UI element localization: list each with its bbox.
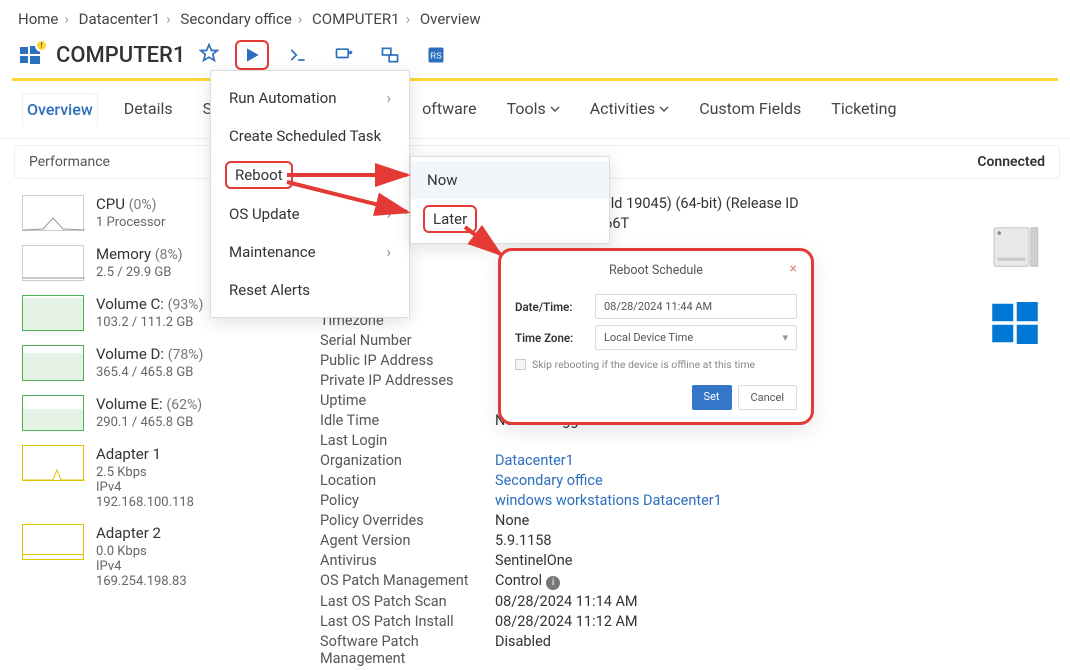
timezone-label: Time Zone: [515,331,595,345]
remote-screen-icon[interactable] [327,40,361,70]
modal-title: Reboot Schedule × [515,261,797,288]
chevron-down-icon [659,99,669,118]
play-icon[interactable] [235,40,269,70]
link-org[interactable]: Datacenter1 [495,452,574,469]
submenu-later[interactable]: Later [411,199,609,239]
tab-activities[interactable]: Activities [586,93,673,126]
toolbar: RS [235,40,453,70]
reboot-submenu: Now Later [410,156,610,244]
submenu-now[interactable]: Now [411,161,609,199]
favorite-icon[interactable] [199,43,219,67]
perf-adapter-1[interactable]: Adapter 12.5 KbpsIPv4192.168.100.118 [0,439,300,518]
breadcrumb-dc[interactable]: Datacenter1 [79,10,161,28]
datetime-input[interactable]: 08/28/2024 11:44 AM [595,294,797,319]
breadcrumb: Home› Datacenter1› Secondary office› COM… [0,0,1070,34]
tab-overview[interactable]: Overview [22,93,98,126]
datetime-label: Date/Time: [515,300,595,314]
windows-logo-icon [960,295,1070,351]
screens-icon[interactable] [373,40,407,70]
link-loc[interactable]: Secondary office [495,472,603,489]
page-title: COMPUTER1 [56,43,185,68]
tab-bar: Overview Details S oftware Tools Activit… [0,81,1070,139]
menu-create-task[interactable]: Create Scheduled Task [211,117,409,155]
device-icons-column [960,189,1070,670]
perf-vol-e[interactable]: Volume E: (62%)290.1 / 465.8 GB [0,389,300,439]
tab-tools[interactable]: Tools [503,93,564,126]
terminal-icon[interactable] [281,40,315,70]
set-button[interactable]: Set [692,385,732,410]
menu-run-automation[interactable]: Run Automation› [211,79,409,117]
actions-dropdown: Run Automation› Create Scheduled Task Re… [210,70,410,318]
breadcrumb-device[interactable]: COMPUTER1 [312,10,400,28]
connection-status: Connected [977,154,1045,170]
cancel-button[interactable]: Cancel [738,385,797,410]
reboot-schedule-modal: Reboot Schedule × Date/Time: 08/28/2024 … [498,248,814,425]
breadcrumb-office[interactable]: Secondary office [180,10,291,28]
tab-ticketing[interactable]: Ticketing [827,93,900,126]
svg-text:RS: RS [431,50,443,60]
chevron-down-icon [550,99,560,118]
alert-badge: ! [35,39,48,52]
timezone-select[interactable]: Local Device Time▾ [595,325,797,350]
close-icon[interactable]: × [790,261,797,277]
tab-details[interactable]: Details [120,93,177,126]
menu-maintenance[interactable]: Maintenance› [211,233,409,271]
info-icon[interactable]: i [546,576,560,590]
menu-reset-alerts[interactable]: Reset Alerts [211,271,409,309]
menu-os-update[interactable]: OS Update› [211,195,409,233]
server-icon [960,219,1070,275]
title-row: ! COMPUTER1 RS [0,34,1070,78]
perf-vol-d[interactable]: Volume D: (78%)365.4 / 465.8 GB [0,339,300,389]
tab-custom-fields[interactable]: Custom Fields [695,93,805,126]
menu-reboot[interactable]: Reboot› [211,155,409,195]
rs-icon[interactable]: RS [419,40,453,70]
breadcrumb-overview: Overview [420,10,481,28]
skip-offline-checkbox[interactable]: Skip rebooting if the device is offline … [515,358,797,371]
tab-software[interactable]: oftware [418,93,480,126]
perf-adapter-2[interactable]: Adapter 20.0 KbpsIPv4169.254.198.83 [0,518,300,597]
chevron-down-icon: ▾ [782,331,788,344]
breadcrumb-home[interactable]: Home [18,10,58,28]
link-policy[interactable]: windows workstations Datacenter1 [495,492,722,509]
windows-icon: ! [16,43,44,67]
